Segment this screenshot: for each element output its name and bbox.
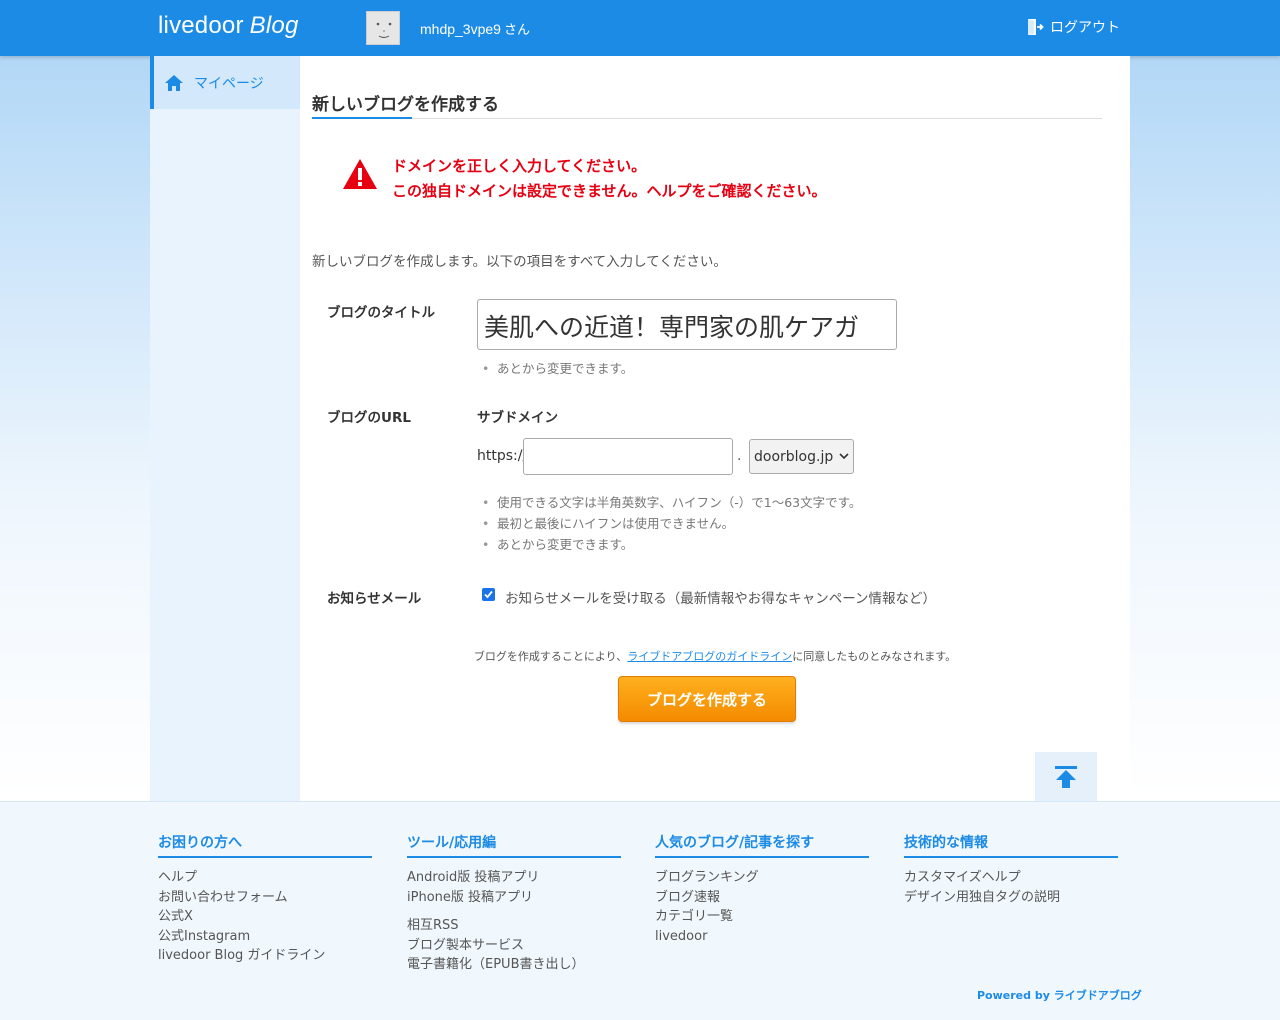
- error-line: ドメインを正しく入力してください。: [392, 157, 647, 175]
- footer-link[interactable]: ブログ製本サービス: [407, 936, 621, 956]
- username-text: mhdp_3vpe9: [420, 21, 501, 37]
- note-item: 最初と最後にハイフンは使用できません。: [477, 513, 861, 534]
- footer-link[interactable]: 電子書籍化（EPUB書き出し）: [407, 955, 621, 975]
- logo-text-main: livedoor: [158, 12, 244, 39]
- note-item: 使用できる文字は半角英数字、ハイフン（-）で1～63文字です。: [477, 492, 861, 513]
- agreement-suffix: に同意したものとみなされます。: [792, 650, 957, 663]
- logout-label: ログアウト: [1050, 20, 1120, 36]
- agreement-prefix: ブログを作成することにより、: [473, 650, 628, 663]
- note-item: あとから変更できます。: [477, 358, 633, 379]
- url-prefix: https://: [477, 448, 528, 464]
- url-notes: 使用できる文字は半角英数字、ハイフン（-）で1～63文字です。 最初と最後にハイ…: [477, 492, 861, 555]
- powered-name: ライブドアブログ: [1053, 989, 1142, 1002]
- footer-link[interactable]: 公式Instagram: [158, 927, 372, 947]
- blog-url-label: ブログのURL: [327, 410, 411, 426]
- note-item: あとから変更できます。: [477, 534, 861, 555]
- domain-select[interactable]: doorblog.jp: [749, 439, 854, 474]
- main-panel: 新しいブログを作成する ドメインを正しく入力してください。 この独自ドメインは設…: [300, 56, 1130, 801]
- intro-text: 新しいブログを作成します。以下の項目をすべて入力してください。: [312, 254, 727, 270]
- arrow-up-icon: [1055, 765, 1077, 788]
- top-header-bar: livedoor Blog mhdp_3vpe9 さん ログアウト: [0, 0, 1280, 56]
- footer-link[interactable]: ブログランキング: [655, 868, 869, 888]
- agreement-text: ブログを作成することにより、ライブドアブログのガイドラインに同意したものとみなさ…: [300, 648, 1130, 664]
- sidebar: マイページ: [150, 56, 300, 801]
- home-icon: [165, 74, 183, 91]
- logout-button[interactable]: ログアウト: [1026, 17, 1120, 37]
- domain-select-value: doorblog.jp: [754, 448, 834, 465]
- footer-link[interactable]: 公式X: [158, 907, 372, 927]
- blog-title-label: ブログのタイトル: [327, 305, 435, 321]
- footer-column-title: 技術的な情報: [904, 832, 1118, 858]
- error-lines: ドメインを正しく入力してください。 この独自ドメインは設定できません。ヘルプをご…: [392, 154, 827, 204]
- blog-title-input[interactable]: 美肌への近道！専門家の肌ケアガ: [477, 299, 897, 350]
- warning-triangle-icon: [343, 159, 377, 189]
- footer-link[interactable]: Android版 投稿アプリ: [407, 868, 621, 888]
- logout-door-icon: [1028, 19, 1044, 35]
- footer-link[interactable]: ブログ速報: [655, 888, 869, 908]
- blog-title-notes: あとから変更できます。: [477, 358, 633, 379]
- sidebar-item-label: マイページ: [194, 75, 264, 92]
- url-dot: .: [737, 448, 742, 464]
- footer-column-tools: ツール/応用編 Android版 投稿アプリ iPhone版 投稿アプリ 相互R…: [407, 832, 621, 975]
- footer-link[interactable]: iPhone版 投稿アプリ: [407, 888, 621, 908]
- footer-link[interactable]: お問い合わせフォーム: [158, 888, 372, 908]
- username-suffix: さん: [503, 22, 530, 37]
- footer-link[interactable]: livedoor Blog ガイドライン: [158, 946, 372, 966]
- footer-column-title: ツール/応用編: [407, 832, 621, 858]
- footer-link[interactable]: ヘルプ: [158, 868, 372, 888]
- chevron-down-icon: [839, 453, 849, 460]
- footer-link[interactable]: カテゴリ一覧: [655, 907, 869, 927]
- footer: お困りの方へ ヘルプ お問い合わせフォーム 公式X 公式Instagram li…: [0, 801, 1280, 1020]
- checkmark-icon: [484, 590, 493, 599]
- footer-link[interactable]: livedoor: [655, 927, 869, 947]
- sidebar-item-mypage[interactable]: マイページ: [150, 56, 300, 109]
- newsletter-label: お知らせメール: [327, 591, 422, 607]
- subdomain-input[interactable]: [523, 438, 733, 475]
- error-message-box: ドメインを正しく入力してください。 この独自ドメインは設定できません。ヘルプをご…: [342, 154, 827, 204]
- powered-by[interactable]: Powered by ライブドアブログ: [977, 987, 1142, 1003]
- powered-prefix: Powered by: [977, 989, 1050, 1002]
- create-blog-button[interactable]: ブログを作成する: [618, 676, 796, 722]
- newsletter-checkbox[interactable]: [482, 588, 495, 601]
- guideline-link[interactable]: ライブドアブログのガイドライン: [627, 650, 792, 663]
- footer-link[interactable]: カスタマイズヘルプ: [904, 868, 1118, 888]
- footer-column-tech: 技術的な情報 カスタマイズヘルプ デザイン用独自タグの説明: [904, 832, 1118, 907]
- title-divider: [312, 118, 1102, 119]
- newsletter-checkbox-label[interactable]: お知らせメールを受け取る（最新情報やお得なキャンペーン情報など）: [505, 587, 936, 607]
- footer-column-title: 人気のブログ/記事を探す: [655, 832, 869, 858]
- subdomain-label: サブドメイン: [477, 410, 558, 426]
- title-divider-accent: [312, 117, 412, 119]
- username: mhdp_3vpe9 さん: [420, 19, 530, 38]
- livedoor-blog-logo[interactable]: livedoor Blog: [158, 12, 299, 40]
- footer-column-popular: 人気のブログ/記事を探す ブログランキング ブログ速報 カテゴリ一覧 lived…: [655, 832, 869, 946]
- footer-link[interactable]: デザイン用独自タグの説明: [904, 888, 1118, 908]
- footer-column-title: お困りの方へ: [158, 832, 372, 858]
- scroll-to-top-button[interactable]: [1035, 752, 1097, 801]
- footer-link-gap: [407, 907, 621, 916]
- footer-column-help: お困りの方へ ヘルプ お問い合わせフォーム 公式X 公式Instagram li…: [158, 832, 372, 966]
- error-line: この独自ドメインは設定できません。ヘルプをご確認ください。: [392, 182, 827, 200]
- avatar[interactable]: [366, 11, 400, 45]
- logo-text-blog: Blog: [249, 12, 299, 39]
- avatar-face-icon: [376, 22, 392, 38]
- page-title: 新しいブログを作成する: [312, 95, 499, 115]
- footer-link[interactable]: 相互RSS: [407, 916, 621, 936]
